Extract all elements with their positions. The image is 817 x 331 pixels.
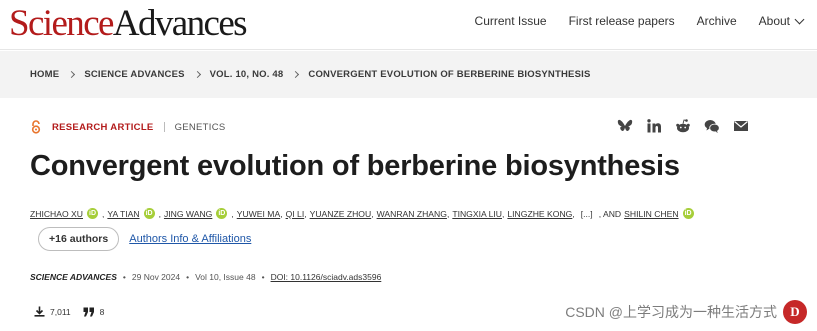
author-name[interactable]: YA TIAN [107,209,139,219]
article-title: Convergent evolution of berberine biosyn… [30,150,680,182]
orcid-icon[interactable]: iD [682,208,694,219]
author-name[interactable]: TINGXIA LIU [452,209,502,219]
authors-ellipsis[interactable]: [...] [581,209,593,219]
chevron-right-icon [193,70,201,79]
logo-advances: Advances [112,3,248,44]
authors-more-row: +16 authors Authors Info & Affiliations [38,227,251,251]
logo-science: Science [9,3,114,44]
author-name[interactable]: YUWEI MA [237,209,280,219]
article-subject[interactable]: GENETICS [175,122,226,133]
email-icon[interactable] [733,118,749,134]
more-authors-button[interactable]: +16 authors [38,227,120,251]
journal-name: SCIENCE ADVANCES [30,272,117,282]
wechat-icon[interactable] [704,118,720,134]
bullet: • [122,272,126,282]
main-nav: Current Issue First release papers Archi… [475,14,805,28]
chevron-down-icon [794,14,805,24]
open-access-icon [31,120,41,134]
orcid-icon[interactable]: iD [87,208,98,219]
chevron-right-icon [68,70,76,79]
divider [163,122,165,132]
nav-current-issue[interactable]: Current Issue [475,14,547,28]
downloads-count: 7,011 [50,306,71,317]
nav-about[interactable]: About [758,14,805,28]
watermark-badge-icon: D [783,300,807,324]
publication-info: SCIENCE ADVANCES • 29 Nov 2024 • Vol 10,… [30,272,381,282]
breadcrumb-article: CONVERGENT EVOLUTION OF BERBERINE BIOSYN… [308,69,591,80]
nav-first-release[interactable]: First release papers [569,14,675,28]
article-meta: RESEARCH ARTICLE GENETICS [30,120,226,134]
authors-and: , AND [598,208,622,219]
downloads-stat[interactable]: 7,011 [34,306,71,317]
article-type: RESEARCH ARTICLE [52,121,154,133]
breadcrumb-journal[interactable]: SCIENCE ADVANCES [84,69,184,80]
orcid-icon[interactable]: iD [143,208,155,219]
chevron-right-icon [292,70,300,79]
author-name[interactable]: JING WANG [164,209,212,219]
breadcrumb: HOME SCIENCE ADVANCES VOL. 10, NO. 48 CO… [30,69,590,80]
author-list: ZHICHAO XU iD, YA TIAN iD, JING WANG iD, YU… [30,208,694,219]
nav-about-label: About [758,14,790,28]
breadcrumb-band: HOME SCIENCE ADVANCES VOL. 10, NO. 48 CO… [0,51,817,98]
site-logo[interactable]: ScienceAdvances [9,3,248,44]
breadcrumb-home[interactable]: HOME [30,69,59,80]
linkedin-icon[interactable] [646,118,662,134]
watermark-text: CSDN @上学习成为一种生活方式 [565,304,777,320]
author-name[interactable]: QI LI [286,209,305,219]
affiliations-link[interactable]: Authors Info & Affiliations [129,233,251,245]
author-name[interactable]: WANRAN ZHANG [377,209,447,219]
quote-icon [83,307,94,316]
bullet: • [261,272,265,282]
citations-count: 8 [99,306,105,317]
reddit-icon[interactable] [675,118,691,134]
watermark: CSDN @上学习成为一种生活方式 D [565,300,807,324]
bullet: • [186,272,190,282]
author-name[interactable]: YUANZE ZHOU [310,209,372,219]
site-header: ScienceAdvances Current Issue First rele… [0,0,817,50]
author-name[interactable]: ZHICHAO XU [30,209,83,219]
share-bar [617,118,749,134]
author-name[interactable]: LINGZHE KONG [507,209,572,219]
volume-issue[interactable]: Vol 10, Issue 48 [195,272,256,282]
publication-date: 29 Nov 2024 [131,272,181,282]
download-icon [34,306,45,317]
breadcrumb-issue[interactable]: VOL. 10, NO. 48 [210,69,284,80]
article-metrics: 7,011 8 [34,306,104,317]
orcid-icon[interactable]: iD [216,208,228,219]
author-name[interactable]: SHILIN CHEN [624,209,678,219]
bluesky-icon[interactable] [617,118,633,134]
doi-link[interactable]: DOI: 10.1126/sciadv.ads3596 [271,272,382,282]
citations-stat[interactable]: 8 [83,306,105,317]
nav-archive[interactable]: Archive [697,14,737,28]
